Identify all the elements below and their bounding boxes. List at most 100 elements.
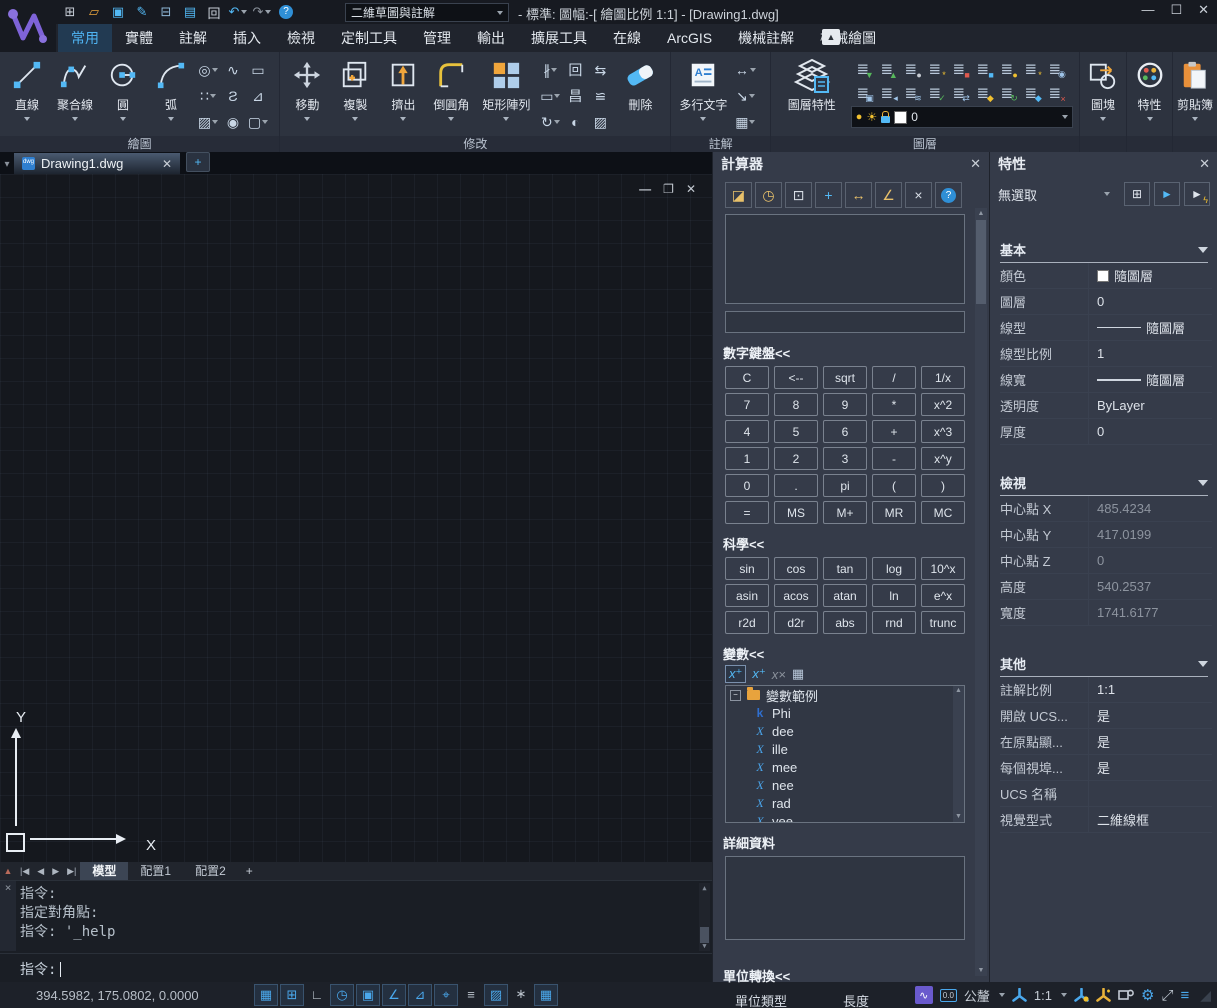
calc-sci-button[interactable]: tan bbox=[823, 557, 867, 580]
get-coordinates-icon[interactable]: + bbox=[815, 182, 842, 208]
selection-cycling-icon[interactable] bbox=[1118, 988, 1134, 1002]
grid-icon[interactable]: ▦ bbox=[254, 984, 278, 1006]
fullscreen-icon[interactable]: ⤢ bbox=[1161, 987, 1173, 1004]
rotate-icon[interactable]: ↻ bbox=[538, 110, 562, 134]
spline-cv-icon[interactable]: Ƨ bbox=[221, 84, 245, 108]
intersection-icon[interactable]: × bbox=[905, 182, 932, 208]
layer-thaw-all-icon[interactable]: ≣* bbox=[1019, 57, 1043, 81]
distance-icon[interactable]: ↔ bbox=[845, 182, 872, 208]
clear-icon[interactable]: ◪ bbox=[725, 182, 752, 208]
new-drawing-icon[interactable]: ⊞ bbox=[60, 3, 80, 22]
file-tabs-menu-icon[interactable]: ▾ bbox=[0, 159, 14, 170]
ribbon-tab[interactable]: 在線 bbox=[600, 24, 654, 52]
ribbon-tab[interactable]: 註解 bbox=[166, 24, 220, 52]
ribbon-tab[interactable]: 實體 bbox=[112, 24, 166, 52]
calc-key-button[interactable]: 1 bbox=[725, 447, 769, 470]
calc-sci-button[interactable]: asin bbox=[725, 584, 769, 607]
calc-sci-button[interactable]: abs bbox=[823, 611, 867, 634]
align-icon[interactable]: ≌ bbox=[588, 84, 612, 108]
point-icon[interactable]: ∷ bbox=[196, 84, 220, 108]
calc-sci-button[interactable]: log bbox=[872, 557, 916, 580]
calc-key-button[interactable]: 6 bbox=[823, 420, 867, 443]
command-history[interactable]: 指令:指定對角點:指令: '_help bbox=[20, 885, 680, 949]
calc-sci-button[interactable]: cos bbox=[774, 557, 818, 580]
ribbon-tab[interactable]: 檢視 bbox=[274, 24, 328, 52]
calc-key-button[interactable]: . bbox=[774, 474, 818, 497]
calc-key-button[interactable]: 2 bbox=[774, 447, 818, 470]
calculator-close-icon[interactable]: ✕ bbox=[970, 156, 981, 172]
layer-merge-icon[interactable]: ≣◆ bbox=[1019, 81, 1043, 105]
property-value[interactable]: 0 bbox=[1089, 553, 1212, 568]
drawing-canvas[interactable]: — ❐ ✕ Y X bbox=[0, 174, 712, 862]
minimize-button[interactable]: — bbox=[1141, 2, 1154, 18]
variable-item[interactable]: X dee bbox=[726, 722, 964, 740]
calc-sci-button[interactable]: rnd bbox=[872, 611, 916, 634]
calc-key-button[interactable]: MR bbox=[872, 501, 916, 524]
layer-isolate-icon[interactable]: ≣◆ bbox=[971, 81, 995, 105]
plot-preview-icon[interactable]: 回 bbox=[204, 3, 224, 22]
layer-dropdown[interactable]: ● ☀ 0 bbox=[851, 106, 1073, 128]
annotation-visibility-icon[interactable] bbox=[1074, 988, 1089, 1002]
file-tab-close-icon[interactable]: ✕ bbox=[162, 157, 172, 171]
calc-key-button[interactable]: MS bbox=[774, 501, 818, 524]
redo-icon[interactable]: ↷ bbox=[252, 3, 272, 22]
arc-button[interactable]: 弧 bbox=[148, 55, 194, 135]
calc-key-button[interactable]: sqrt bbox=[823, 366, 867, 389]
linear-dimension-icon[interactable]: ↔ bbox=[733, 58, 757, 82]
app-logo[interactable] bbox=[0, 0, 56, 52]
property-value[interactable]: 隨圖層 bbox=[1089, 318, 1212, 337]
copy-button[interactable]: 複製 bbox=[332, 55, 378, 135]
gear-icon[interactable]: ⚙ bbox=[1141, 986, 1154, 1004]
layer-current-icon[interactable]: ≣✓ bbox=[923, 81, 947, 105]
calc-sci-button[interactable]: trunc bbox=[921, 611, 965, 634]
layer-lock-icon[interactable]: ≣■ bbox=[947, 57, 971, 81]
calc-key-button[interactable]: / bbox=[872, 366, 916, 389]
keypad-section-label[interactable]: 數字鍵盤<< bbox=[723, 343, 989, 362]
layer-freeze-icon[interactable]: ≣● bbox=[899, 57, 923, 81]
pickadd-toggle-icon[interactable]: ⊞ bbox=[1124, 182, 1150, 206]
scroll-down-icon[interactable]: ▼ bbox=[953, 812, 964, 822]
calculator-input-box[interactable] bbox=[725, 311, 965, 333]
selection-dropdown[interactable]: 無選取 bbox=[998, 185, 1098, 204]
autoscale-icon[interactable] bbox=[1096, 988, 1111, 1002]
calc-key-button[interactable]: M+ bbox=[823, 501, 867, 524]
calculator-scrollbar[interactable]: ▲ ▼ bbox=[975, 208, 987, 976]
variable-item[interactable]: X ille bbox=[726, 740, 964, 758]
resize-grip[interactable]: ◢ bbox=[1200, 987, 1211, 1004]
scale-icon[interactable]: ▭ bbox=[538, 84, 562, 108]
fillet-button[interactable]: 倒圓角 bbox=[428, 55, 474, 135]
scroll-down-icon[interactable]: ▼ bbox=[975, 965, 987, 976]
calc-key-button[interactable]: + bbox=[872, 420, 916, 443]
layout-tab[interactable]: + bbox=[238, 862, 261, 880]
boundary-icon[interactable]: ▢ bbox=[246, 110, 270, 134]
calc-key-button[interactable]: ) bbox=[921, 474, 965, 497]
scrollbar-thumb[interactable] bbox=[976, 220, 986, 304]
variables-section-label[interactable]: 變數<< bbox=[723, 644, 989, 663]
calc-key-button[interactable]: x^y bbox=[921, 447, 965, 470]
calc-key-button[interactable]: 7 bbox=[725, 393, 769, 416]
property-value[interactable]: 是 bbox=[1089, 758, 1212, 777]
ribbon-tab[interactable]: 常用 bbox=[58, 24, 112, 52]
layer-thaw-icon[interactable]: ≣* bbox=[923, 57, 947, 81]
calc-key-button[interactable]: ( bbox=[872, 474, 916, 497]
property-value[interactable]: ByLayer bbox=[1089, 398, 1212, 413]
next-layout-icon[interactable]: ▶ bbox=[48, 866, 63, 877]
calc-key-button[interactable]: C bbox=[725, 366, 769, 389]
first-layout-icon[interactable]: |◀ bbox=[16, 866, 33, 877]
viewport-icon[interactable]: ▦ bbox=[534, 984, 558, 1006]
quick-select-icon[interactable]: ►ϟ bbox=[1184, 182, 1210, 206]
edit-variable-icon[interactable]: x⁺ bbox=[752, 666, 765, 682]
ribbon-minimize-button[interactable]: ▲ bbox=[822, 29, 840, 45]
calc-sci-button[interactable]: e^x bbox=[921, 584, 965, 607]
wipeout-icon[interactable]: ⊿ bbox=[246, 84, 270, 108]
ribbon-tab[interactable]: 插入 bbox=[220, 24, 274, 52]
property-value[interactable]: 1741.6177 bbox=[1089, 605, 1212, 620]
undo-icon[interactable]: ↶ bbox=[228, 3, 248, 22]
open-icon[interactable]: ▱ bbox=[84, 3, 104, 22]
layer-properties-button[interactable]: 圖層特性 bbox=[775, 55, 849, 135]
tree-scrollbar[interactable]: ▲ ▼ bbox=[953, 686, 964, 822]
calc-sci-button[interactable]: ln bbox=[872, 584, 916, 607]
variable-item[interactable]: X rad bbox=[726, 794, 964, 812]
property-value[interactable]: 0 bbox=[1089, 294, 1212, 309]
measure-icon[interactable]: ⇆ bbox=[588, 58, 612, 82]
